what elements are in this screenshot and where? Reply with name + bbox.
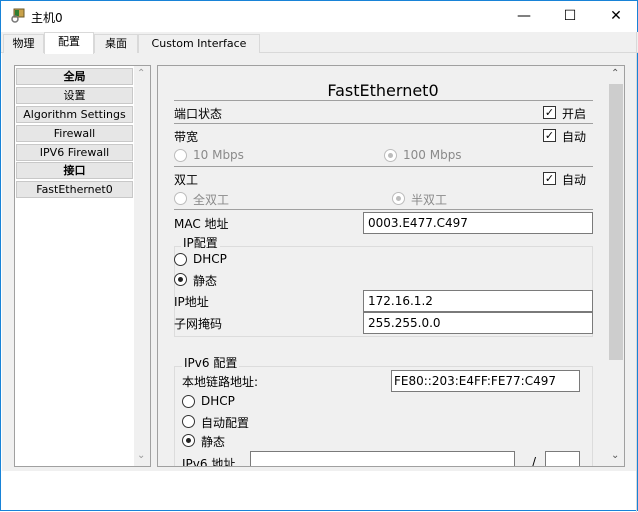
ipv6-dhcp-label: DHCP <box>201 394 235 408</box>
port-status-on-label: 开启 <box>562 107 587 121</box>
tab-desktop[interactable]: 桌面 <box>94 34 138 53</box>
divider <box>174 123 593 124</box>
sidebar-scrollbar[interactable]: ⌃ ⌄ <box>134 66 150 466</box>
duplex-auto-label: 自动 <box>562 173 587 187</box>
ip-static-label: 静态 <box>193 274 218 288</box>
ipv6-auto-config-radio[interactable] <box>182 415 195 428</box>
window: 主机0 — ☐ ✕ 物理 配置 桌面 Custom Interface 全局 设… <box>0 0 638 512</box>
scrollbar-thumb[interactable] <box>609 84 623 360</box>
half-duplex-radio[interactable] <box>392 192 405 205</box>
ipv6-dhcp-radio[interactable] <box>182 395 195 408</box>
sidebar-header-global[interactable]: 全局 <box>16 68 133 85</box>
sidebar-item-firewall[interactable]: Firewall <box>16 125 133 142</box>
ipv6-address-label: IPv6 地址 <box>182 457 236 467</box>
mac-label: MAC 地址 <box>174 217 229 231</box>
bandwidth-auto-checkbox[interactable]: ✓ <box>543 129 556 142</box>
panel-scrollbar[interactable]: ⌃ ⌄ <box>608 66 624 466</box>
app-icon <box>10 8 26 24</box>
link-local-address-field[interactable]: FE80::203:E4FF:FE77:C497 <box>391 370 580 392</box>
full-duplex-label: 全双工 <box>193 193 230 207</box>
ip-dhcp-label: DHCP <box>193 252 227 266</box>
tab-physical[interactable]: 物理 <box>3 34 44 53</box>
duplex-auto-checkbox[interactable]: ✓ <box>543 172 556 185</box>
ip-dhcp-radio[interactable] <box>174 253 187 266</box>
ip-static-radio[interactable] <box>174 273 187 286</box>
window-title: 主机0 <box>31 11 63 25</box>
ipv6-config-legend: IPv6 配置 <box>182 354 240 371</box>
scroll-down-icon[interactable]: ⌄ <box>611 450 619 461</box>
panel-title: FastEthernet0 <box>327 81 439 100</box>
divider <box>174 100 593 101</box>
prefix-slash: / <box>532 455 537 467</box>
duplex-label: 双工 <box>174 173 199 187</box>
window-edge <box>636 32 637 512</box>
half-duplex-label: 半双工 <box>411 193 448 207</box>
ip-config-legend: IP配置 <box>181 234 220 251</box>
ipv6-static-radio[interactable] <box>182 434 195 447</box>
bandwidth-10-radio[interactable] <box>174 149 187 162</box>
tab-custom-interface[interactable]: Custom Interface <box>138 34 260 53</box>
scroll-down-icon[interactable]: ⌄ <box>137 450 145 461</box>
scroll-up-icon[interactable]: ⌃ <box>137 68 145 79</box>
sidebar-item-settings[interactable]: 设置 <box>16 87 133 104</box>
sidebar-item-fastethernet0[interactable]: FastEthernet0 <box>16 181 133 198</box>
close-button[interactable]: ✕ <box>593 1 638 31</box>
mac-address-field[interactable]: 0003.E477.C497 <box>363 212 593 234</box>
minimize-button[interactable]: — <box>501 1 547 31</box>
sidebar-item-ipv6-firewall[interactable]: IPV6 Firewall <box>16 144 133 161</box>
sidebar-list: 全局 设置 Algorithm Settings Firewall IPV6 F… <box>14 65 151 467</box>
bandwidth-100-radio[interactable] <box>384 149 397 162</box>
port-status-label: 端口状态 <box>174 107 223 121</box>
subnet-mask-label: 子网掩码 <box>174 317 223 331</box>
link-local-label: 本地链路地址: <box>182 375 259 389</box>
sidebar-header-interface[interactable]: 接口 <box>16 162 133 179</box>
subnet-mask-field[interactable]: 255.255.0.0 <box>363 312 593 334</box>
bandwidth-label: 带宽 <box>174 130 199 144</box>
port-status-checkbox[interactable]: ✓ <box>543 106 556 119</box>
maximize-button[interactable]: ☐ <box>547 1 593 31</box>
ipv6-address-field[interactable] <box>250 451 515 466</box>
tab-config[interactable]: 配置 <box>44 32 94 54</box>
sidebar-item-algorithm-settings[interactable]: Algorithm Settings <box>16 106 133 123</box>
ipv6-static-label: 静态 <box>201 435 226 449</box>
ip-address-label: IP地址 <box>174 295 209 309</box>
bandwidth-100-label: 100 Mbps <box>403 148 462 162</box>
interface-panel: FastEthernet0 端口状态 ✓ 开启 带宽 ✓ 自动 10 Mbps … <box>157 65 625 467</box>
ipv6-prefix-length-field[interactable] <box>545 451 580 466</box>
tab-bar: 物理 配置 桌面 Custom Interface <box>1 32 638 54</box>
ipv6-auto-config-label: 自动配置 <box>201 416 250 430</box>
ip-address-field[interactable]: 172.16.1.2 <box>363 290 593 312</box>
bandwidth-10-label: 10 Mbps <box>193 148 244 162</box>
bandwidth-auto-label: 自动 <box>562 130 587 144</box>
scroll-up-icon[interactable]: ⌃ <box>611 68 619 79</box>
divider <box>174 166 593 167</box>
divider <box>174 209 593 210</box>
full-duplex-radio[interactable] <box>174 192 187 205</box>
